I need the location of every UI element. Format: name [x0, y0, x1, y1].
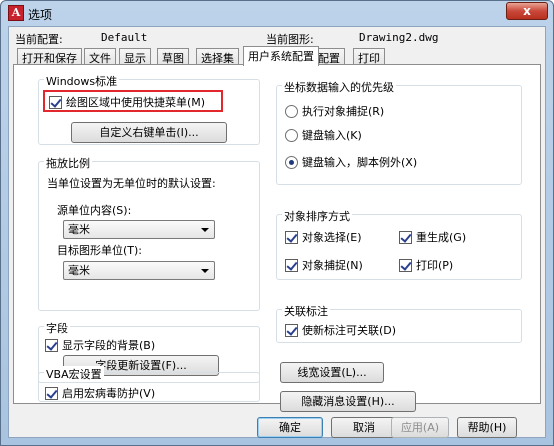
macro-virus-check-icon: [45, 386, 58, 400]
coordinate-priority-title: 坐标数据输入的优先级: [282, 79, 396, 95]
lineweight-settings-button[interactable]: 线宽设置(L)...: [280, 362, 384, 383]
new-associative-dim-check-icon: [285, 323, 298, 337]
tab-panel: Windows标准 绘图区域中使用快捷菜单(M) 自定义右键单击(I)... 拖…: [13, 64, 541, 412]
dialog-client: 当前配置: Default 当前图形: Drawing2.dwg 打开和保存 文…: [8, 26, 546, 438]
radio-keyboard-except-scripts-label: 键盘输入，脚本例外(X): [302, 156, 418, 169]
current-drawing-label: 当前图形:: [266, 33, 314, 46]
cancel-button[interactable]: 取消: [331, 417, 397, 438]
apply-button[interactable]: 应用(A): [391, 417, 449, 438]
sort-object-selection-checkbox[interactable]: 对象选择(E): [285, 229, 362, 245]
sort-plot-label: 打印(P): [416, 259, 454, 272]
close-button[interactable]: x: [506, 2, 548, 20]
tab-user-preferences[interactable]: 用户系统配置: [243, 46, 319, 66]
sort-plot-check-icon: [399, 258, 412, 272]
windows-standard-group: Windows标准 绘图区域中使用快捷菜单(M) 自定义右键单击(I)...: [38, 73, 260, 145]
target-units-select[interactable]: 毫米: [63, 261, 215, 280]
radio-keyboard-entry-label: 键盘输入(K): [302, 129, 362, 142]
target-units-label: 目标图形单位(T):: [57, 244, 143, 257]
ok-button[interactable]: 确定: [257, 417, 323, 438]
sort-object-selection-check-icon: [285, 230, 298, 244]
vba-group: VBA宏设置 启用宏病毒防护(V): [38, 366, 260, 402]
shortcut-menu-label: 绘图区域中使用快捷菜单(M): [66, 96, 206, 109]
hidden-message-settings-button[interactable]: 隐藏消息设置(H)...: [280, 391, 416, 412]
fields-title: 字段: [44, 320, 70, 336]
source-units-value: 毫米: [68, 223, 90, 236]
object-sorting-title: 对象排序方式: [282, 208, 352, 224]
insertion-scale-desc: 当单位设置为无单位时的默认设置:: [47, 177, 216, 190]
sort-regen-checkbox[interactable]: 重生成(G): [399, 229, 466, 245]
associative-dim-group: 关联标注 使新标注可关联(D): [276, 303, 522, 343]
title-bar[interactable]: A 选项 x: [1, 1, 553, 25]
options-dialog: A 选项 x 当前配置: Default 当前图形: Drawing2.dwg …: [0, 0, 554, 446]
tab-drafting[interactable]: 草图: [157, 48, 189, 65]
current-profile-label: 当前配置:: [15, 33, 63, 46]
tab-selection[interactable]: 选择集: [196, 48, 239, 65]
current-profile-value: Default: [101, 31, 148, 44]
new-associative-dim-checkbox[interactable]: 使新标注可关联(D): [285, 322, 396, 338]
radio-keyboard-except-scripts-icon: [285, 155, 298, 169]
windows-standard-title: Windows标准: [44, 73, 120, 89]
tab-files[interactable]: 文件: [84, 48, 116, 65]
new-associative-dim-label: 使新标注可关联(D): [302, 324, 397, 337]
sort-object-snap-label: 对象捕捉(N): [302, 259, 363, 272]
sort-object-selection-label: 对象选择(E): [302, 231, 362, 244]
tab-open-save[interactable]: 打开和保存: [17, 48, 82, 65]
tab-display[interactable]: 显示: [119, 48, 151, 65]
source-units-label: 源单位内容(S):: [57, 204, 132, 217]
sort-object-snap-checkbox[interactable]: 对象捕捉(N): [285, 257, 363, 273]
radio-running-osnap-label: 执行对象捕捉(R): [302, 105, 385, 118]
macro-virus-protection-checkbox[interactable]: 启用宏病毒防护(V): [45, 385, 155, 401]
current-drawing-value: Drawing2.dwg: [359, 31, 439, 44]
insertion-scale-group: 拖放比例 当单位设置为无单位时的默认设置: 源单位内容(S): 毫米 目标图形单…: [38, 155, 260, 311]
coordinate-priority-group: 坐标数据输入的优先级 执行对象捕捉(R) 键盘输入(K) 键盘输入，脚本例外(X…: [276, 79, 522, 185]
help-button[interactable]: 帮助(H): [457, 417, 517, 438]
sort-regen-label: 重生成(G): [416, 231, 467, 244]
tab-plot[interactable]: 打印: [353, 48, 385, 65]
field-background-check-icon: [45, 338, 58, 352]
sort-plot-checkbox[interactable]: 打印(P): [399, 257, 453, 273]
insertion-scale-title: 拖放比例: [44, 155, 92, 171]
sort-regen-check-icon: [399, 230, 412, 244]
field-background-label: 显示字段的背景(B): [62, 339, 156, 352]
shortcut-menu-checkbox[interactable]: 绘图区域中使用快捷菜单(M): [49, 94, 205, 110]
chevron-down-icon: [201, 269, 209, 273]
radio-running-osnap[interactable]: 执行对象捕捉(R): [285, 103, 384, 119]
field-background-checkbox[interactable]: 显示字段的背景(B): [45, 337, 155, 353]
app-logo-icon: A: [8, 5, 24, 21]
window-title: 选项: [28, 8, 53, 22]
target-units-value: 毫米: [68, 264, 90, 277]
macro-virus-label: 启用宏病毒防护(V): [62, 387, 156, 400]
radio-keyboard-except-scripts[interactable]: 键盘输入，脚本例外(X): [285, 154, 417, 170]
radio-running-osnap-icon: [285, 104, 298, 118]
associative-dim-title: 关联标注: [282, 303, 330, 319]
source-units-select[interactable]: 毫米: [63, 220, 215, 239]
chevron-down-icon: [201, 228, 209, 232]
right-click-customize-button[interactable]: 自定义右键单击(I)...: [71, 122, 227, 143]
sort-object-snap-check-icon: [285, 258, 298, 272]
shortcut-menu-check-icon: [49, 95, 62, 109]
object-sorting-group: 对象排序方式 对象选择(E) 重生成(G) 对象捕捉(N) 打印(P): [276, 208, 522, 280]
vba-title: VBA宏设置: [44, 366, 104, 382]
radio-keyboard-entry-icon: [285, 128, 298, 142]
radio-keyboard-entry[interactable]: 键盘输入(K): [285, 127, 362, 143]
